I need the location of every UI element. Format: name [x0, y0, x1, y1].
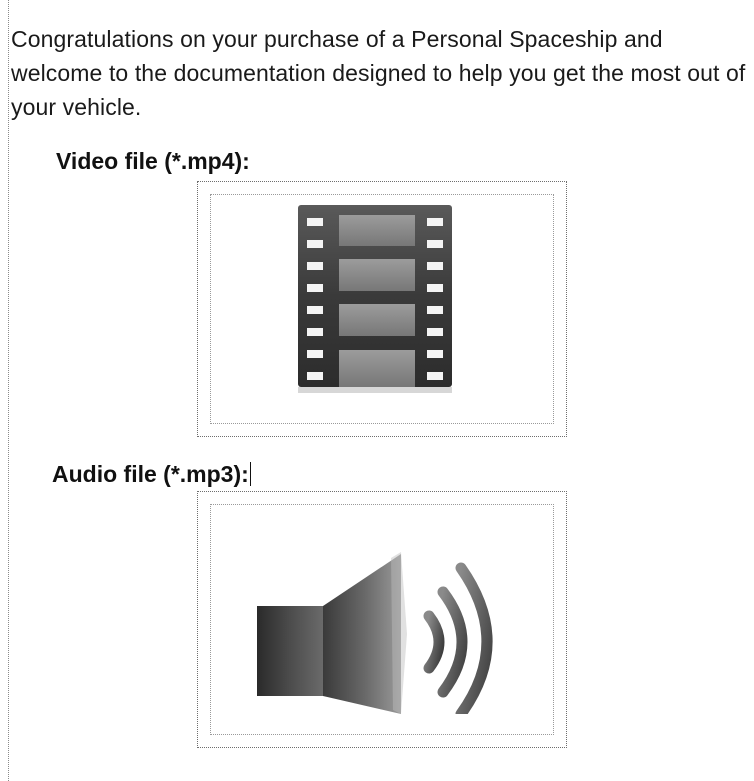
text-cursor	[249, 462, 251, 486]
editor-margin-guide	[8, 0, 9, 781]
video-media-placeholder[interactable]	[197, 181, 567, 437]
intro-paragraph[interactable]: Congratulations on your purchase of a Pe…	[11, 22, 751, 124]
audio-file-heading[interactable]: Audio file (*.mp3):	[52, 459, 251, 489]
audio-media-placeholder[interactable]	[197, 491, 567, 748]
audio-file-heading-text: Audio file (*.mp3):	[52, 461, 249, 487]
film-strip-icon	[298, 205, 452, 393]
video-file-heading-text: Video file (*.mp4):	[56, 148, 250, 174]
speaker-icon	[257, 552, 493, 714]
video-file-heading[interactable]: Video file (*.mp4):	[56, 146, 250, 176]
